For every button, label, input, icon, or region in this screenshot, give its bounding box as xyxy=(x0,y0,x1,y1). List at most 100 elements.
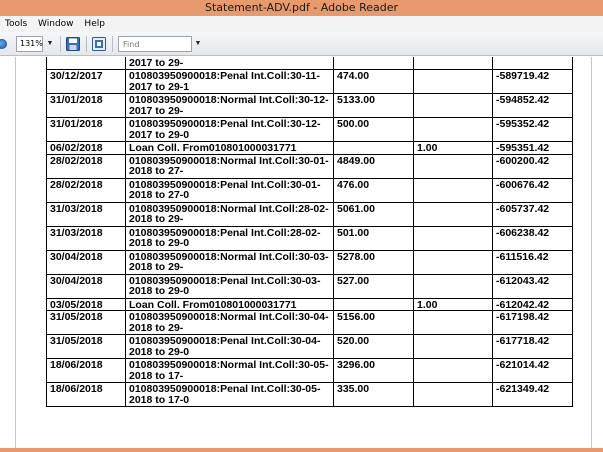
row-balance: -595352.42 xyxy=(492,117,573,142)
menu-help[interactable]: Help xyxy=(80,16,109,32)
toolbar-separator xyxy=(112,36,113,52)
row-description: Loan Coll. From010801000031771 xyxy=(125,297,334,311)
row-description-line: 2017 to 29- xyxy=(129,104,184,117)
find-input[interactable] xyxy=(118,36,192,52)
row-description-line: 010803950900018:Penal Int.Coll:30-11- xyxy=(129,70,320,82)
row-description-line: 2017 to 29-0 xyxy=(129,128,190,141)
row-description-line: 2017 to 29-1 xyxy=(129,80,190,93)
row-credit xyxy=(413,225,493,251)
zoom-dropdown-icon[interactable]: ▼ xyxy=(45,36,55,52)
menu-window[interactable]: Window xyxy=(34,16,78,32)
row-date: 28/02/2018 xyxy=(46,153,126,179)
row-credit xyxy=(413,177,493,203)
row-credit: 1.00 xyxy=(413,141,493,155)
save-icon[interactable] xyxy=(66,37,80,51)
row-description-line: Loan Coll. From010801000031771 xyxy=(129,142,297,154)
row-debit xyxy=(333,141,414,155)
row-description: 010803950900018:Penal Int.Coll:30-04- 201… xyxy=(125,334,334,359)
row-date: 30/12/2017 xyxy=(46,69,126,94)
find-dropdown-icon[interactable]: ▼ xyxy=(193,36,203,52)
row-date: 06/02/2018 xyxy=(46,141,126,155)
table-row: 06/02/2018 Loan Coll. From010801000031771… xyxy=(46,141,573,155)
table-row: 18/06/2018 010803950900018:Penal Int.Coll… xyxy=(46,382,573,407)
table-row: 31/05/2018 010803950900018:Normal Int.Col… xyxy=(46,310,573,335)
row-date: 30/04/2018 xyxy=(46,249,126,275)
row-description-line: 010803950900018:Penal Int.Coll:30-05- xyxy=(129,383,321,395)
row-debit: 501.00 xyxy=(333,225,414,251)
row-balance: -617718.42 xyxy=(492,334,573,359)
row-description: 010803950900018:Penal Int.Coll:28-02- 201… xyxy=(125,225,334,251)
page-view-icon[interactable] xyxy=(92,37,106,51)
row-description: 010803950900018:Normal Int.Coll:30-03- 20… xyxy=(125,249,334,275)
row-credit xyxy=(413,249,493,275)
row-description: 010803950900018:Penal Int.Coll:30-01- 201… xyxy=(125,177,334,203)
row-description: 010803950900018:Normal Int.Coll:30-12- 20… xyxy=(125,93,334,118)
window-bottom-border xyxy=(0,448,603,452)
row-debit: 3296.00 xyxy=(333,358,414,383)
table-row: 31/03/2018 010803950900018:Penal Int.Coll… xyxy=(46,225,573,251)
table-row: 31/05/2018 010803950900018:Penal Int.Coll… xyxy=(46,334,573,359)
row-debit: 5156.00 xyxy=(333,310,414,335)
row-credit xyxy=(413,310,493,335)
table-row: 31/01/2018 010803950900018:Normal Int.Col… xyxy=(46,93,573,118)
table-row: 18/06/2018 010803950900018:Normal Int.Col… xyxy=(46,358,573,383)
row-credit xyxy=(413,117,493,142)
row-balance: -612042.42 xyxy=(492,297,573,311)
menu-tools[interactable]: Tools xyxy=(0,16,31,32)
row-description-line: 2018 to 17-0 xyxy=(129,393,190,406)
row-description: 010803950900018:Normal Int.Coll:28-02- 20… xyxy=(125,201,334,227)
table-row: 03/05/2018 Loan Coll. From010801000031771… xyxy=(46,297,573,311)
table-row: 28/02/2018 010803950900018:Normal Int.Col… xyxy=(46,153,573,179)
row-description: 010803950900018:Normal Int.Coll:30-05- 20… xyxy=(125,358,334,383)
row-balance: -621349.42 xyxy=(492,382,573,407)
row-debit: 5278.00 xyxy=(333,249,414,275)
row-date: 31/01/2018 xyxy=(46,93,126,118)
row-debit xyxy=(333,297,414,311)
row-balance: -617198.42 xyxy=(492,310,573,335)
row-date: 31/01/2018 xyxy=(46,117,126,142)
row-balance: -600676.42 xyxy=(492,177,573,203)
row-description: 010803950900018:Normal Int.Coll:30-04- 20… xyxy=(125,310,334,335)
row-balance: -589719.42 xyxy=(492,69,573,94)
row-description-line: 2018 to 27-0 xyxy=(129,189,190,201)
row-description: 010803950900018:Penal Int.Coll:30-11- 201… xyxy=(125,69,334,94)
document-view[interactable]: 2017 to 29- 30/12/2017 010803950900018:Pe… xyxy=(0,57,603,448)
table-row: 28/02/2018 010803950900018:Penal Int.Coll… xyxy=(46,177,573,203)
page-edge xyxy=(591,57,592,448)
page-edge xyxy=(15,57,16,448)
table-row-partial: 2017 to 29- xyxy=(46,57,573,70)
row-balance: -594852.42 xyxy=(492,93,573,118)
row-description-line: 2018 to 29-0 xyxy=(129,237,190,249)
row-balance: -606238.42 xyxy=(492,225,573,251)
zoom-in-icon[interactable] xyxy=(0,39,7,49)
row-description-line: 2018 to 29-0 xyxy=(129,285,190,297)
row-date: 18/06/2018 xyxy=(46,382,126,407)
row-debit: 474.00 xyxy=(333,69,414,94)
row-description: Loan Coll. From010801000031771 xyxy=(125,141,334,155)
table-row: 31/01/2018 010803950900018:Penal Int.Coll… xyxy=(46,117,573,142)
row-credit xyxy=(413,334,493,359)
row-description-line: 010803950900018:Normal Int.Coll:30-04- xyxy=(129,311,329,323)
row-credit xyxy=(413,382,493,407)
row-debit: 476.00 xyxy=(333,177,414,203)
row-debit: 4849.00 xyxy=(333,153,414,179)
row-date: 31/05/2018 xyxy=(46,310,126,335)
toolbar: 131% ▼ ▼ xyxy=(0,32,603,56)
row-credit xyxy=(413,273,493,299)
row-description: 2017 to 29- xyxy=(129,57,184,69)
row-debit: 5061.00 xyxy=(333,201,414,227)
window-title: Statement-ADV.pdf - Adobe Reader xyxy=(0,0,603,16)
zoom-level-field[interactable]: 131% xyxy=(16,36,43,52)
row-debit: 500.00 xyxy=(333,117,414,142)
toolbar-separator xyxy=(60,36,61,52)
row-debit: 527.00 xyxy=(333,273,414,299)
row-credit xyxy=(413,153,493,179)
row-date: 31/03/2018 xyxy=(46,225,126,251)
row-debit: 5133.00 xyxy=(333,93,414,118)
row-balance: -612043.42 xyxy=(492,273,573,299)
row-description-line: 2018 to 27- xyxy=(129,165,184,177)
table-row: 30/04/2018 010803950900018:Penal Int.Coll… xyxy=(46,273,573,299)
row-description-line: 010803950900018:Penal Int.Coll:30-04- xyxy=(129,335,321,347)
row-credit xyxy=(413,69,493,94)
table-row: 30/12/2017 010803950900018:Penal Int.Coll… xyxy=(46,69,573,94)
